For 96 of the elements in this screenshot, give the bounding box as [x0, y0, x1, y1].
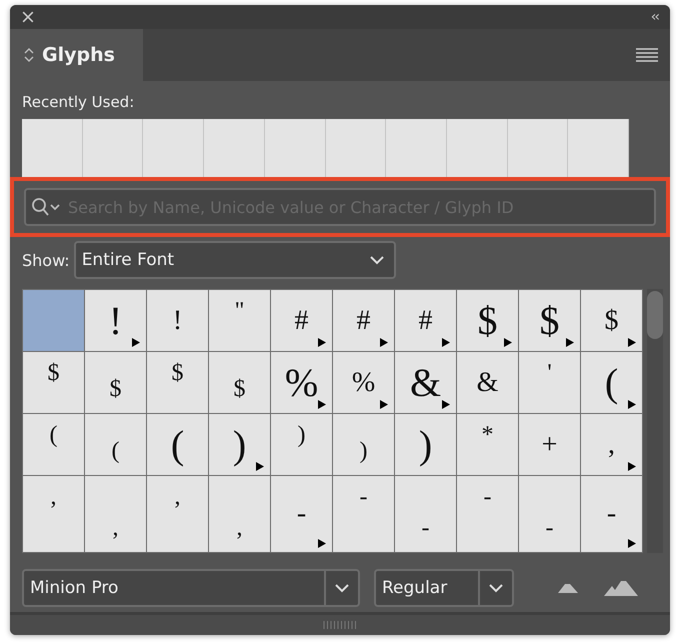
glyph-cell[interactable]: ! — [85, 290, 146, 351]
show-dropdown[interactable]: Entire Font — [74, 241, 396, 279]
glyph-character: & — [476, 366, 498, 398]
glyph-character: ) — [298, 422, 306, 449]
up-down-arrows-icon — [24, 47, 34, 63]
small-mountain-icon[interactable] — [558, 583, 578, 593]
glyph-character: # — [294, 304, 308, 336]
glyph-character: & — [410, 359, 442, 406]
glyph-cell[interactable]: + — [519, 414, 580, 475]
glyph-cell[interactable]: - — [271, 476, 332, 552]
glyph-cell[interactable]: & — [457, 352, 518, 413]
glyph-cell[interactable]: * — [457, 414, 518, 475]
glyph-cell[interactable] — [23, 290, 84, 351]
glyph-cell[interactable]: # — [333, 290, 394, 351]
chevron-down-icon — [335, 584, 349, 592]
glyph-cell[interactable]: - — [457, 476, 518, 552]
glyph-cell[interactable]: ' — [519, 352, 580, 413]
glyph-character: % — [284, 359, 318, 406]
glyph-cell[interactable]: ( — [85, 414, 146, 475]
glyph-character: $ — [540, 297, 560, 344]
resize-grip-icon[interactable] — [322, 621, 358, 629]
glyph-character: ( — [604, 359, 618, 406]
scrollbar-thumb[interactable] — [647, 291, 663, 339]
font-family-dropdown[interactable]: Minion Pro — [22, 569, 360, 607]
glyph-character: ' — [547, 360, 552, 387]
glyph-cell[interactable]: - — [395, 476, 456, 552]
glyph-character: , — [236, 515, 242, 542]
glyph-character: $ — [48, 360, 60, 387]
glyph-character: - — [546, 515, 554, 542]
glyph-character: ( — [112, 438, 120, 465]
glyph-cell[interactable]: - — [581, 476, 642, 552]
chevron-down-icon — [370, 256, 384, 264]
glyph-cell[interactable]: $ — [209, 352, 270, 413]
glyph-cell[interactable]: $ — [581, 290, 642, 351]
glyph-character: $ — [110, 376, 122, 403]
close-button[interactable]: × — [20, 8, 36, 26]
glyphs-tab[interactable]: Glyphs — [10, 29, 143, 81]
glyph-character: - — [360, 484, 368, 511]
glyph-character: , — [174, 484, 180, 511]
glyph-character: + — [542, 428, 558, 460]
glyph-cell[interactable]: " — [209, 290, 270, 351]
glyph-character: ) — [418, 421, 432, 468]
glyph-character: , — [608, 428, 615, 460]
glyph-character: ! — [172, 304, 182, 336]
large-mountains-icon[interactable] — [604, 580, 638, 596]
glyph-cell[interactable]: ( — [147, 414, 208, 475]
glyph-cell[interactable]: # — [271, 290, 332, 351]
glyph-cell[interactable]: ( — [23, 414, 84, 475]
glyph-cell[interactable]: # — [395, 290, 456, 351]
glyph-character: - — [606, 498, 616, 530]
glyph-cell[interactable]: , — [581, 414, 642, 475]
glyph-cell[interactable]: % — [271, 352, 332, 413]
glyph-character: # — [418, 304, 432, 336]
glyph-cell[interactable]: ! — [147, 290, 208, 351]
glyph-character: # — [356, 304, 370, 336]
glyph-cell[interactable]: , — [23, 476, 84, 552]
glyph-character: - — [422, 515, 430, 542]
glyph-cell[interactable]: ) — [333, 414, 394, 475]
glyph-character: , — [112, 515, 118, 542]
glyph-cell[interactable]: $ — [23, 352, 84, 413]
glyph-cell[interactable]: ( — [581, 352, 642, 413]
glyph-cell[interactable]: $ — [147, 352, 208, 413]
glyph-cell[interactable]: ) — [395, 414, 456, 475]
collapse-button[interactable]: ‹‹ — [650, 9, 658, 25]
glyph-character: $ — [604, 304, 618, 336]
glyph-character: ( — [50, 422, 58, 449]
glyph-cell[interactable]: % — [333, 352, 394, 413]
glyph-character: " — [234, 298, 244, 325]
show-label: Show: — [22, 250, 70, 270]
glyph-cell[interactable]: ) — [209, 414, 270, 475]
glyph-cell[interactable]: & — [395, 352, 456, 413]
glyph-cell[interactable]: , — [147, 476, 208, 552]
font-style-dropdown[interactable]: Regular — [374, 569, 514, 607]
glyph-character: ! — [108, 297, 122, 344]
chevron-down-icon — [489, 584, 503, 592]
glyph-cell[interactable]: - — [519, 476, 580, 552]
glyph-cell[interactable]: , — [85, 476, 146, 552]
glyph-cell[interactable]: , — [209, 476, 270, 552]
glyph-character: - — [296, 498, 306, 530]
glyph-character: ) — [232, 421, 246, 468]
glyph-character: $ — [234, 376, 246, 403]
glyph-character: $ — [478, 297, 498, 344]
glyph-character: , — [50, 484, 56, 511]
glyph-cell[interactable]: ) — [271, 414, 332, 475]
glyph-character: % — [352, 366, 376, 398]
glyph-character: ( — [170, 421, 184, 468]
glyph-cell[interactable]: $ — [457, 290, 518, 351]
glyph-cell[interactable]: - — [333, 476, 394, 552]
menu-icon[interactable] — [636, 48, 658, 62]
glyph-character: - — [484, 484, 492, 511]
glyph-cell[interactable]: $ — [519, 290, 580, 351]
recently-used-label: Recently Used: — [22, 93, 136, 111]
glyph-character: * — [482, 422, 494, 449]
glyph-cell[interactable]: $ — [85, 352, 146, 413]
glyph-character: $ — [172, 360, 184, 387]
glyph-character: ) — [360, 438, 368, 465]
